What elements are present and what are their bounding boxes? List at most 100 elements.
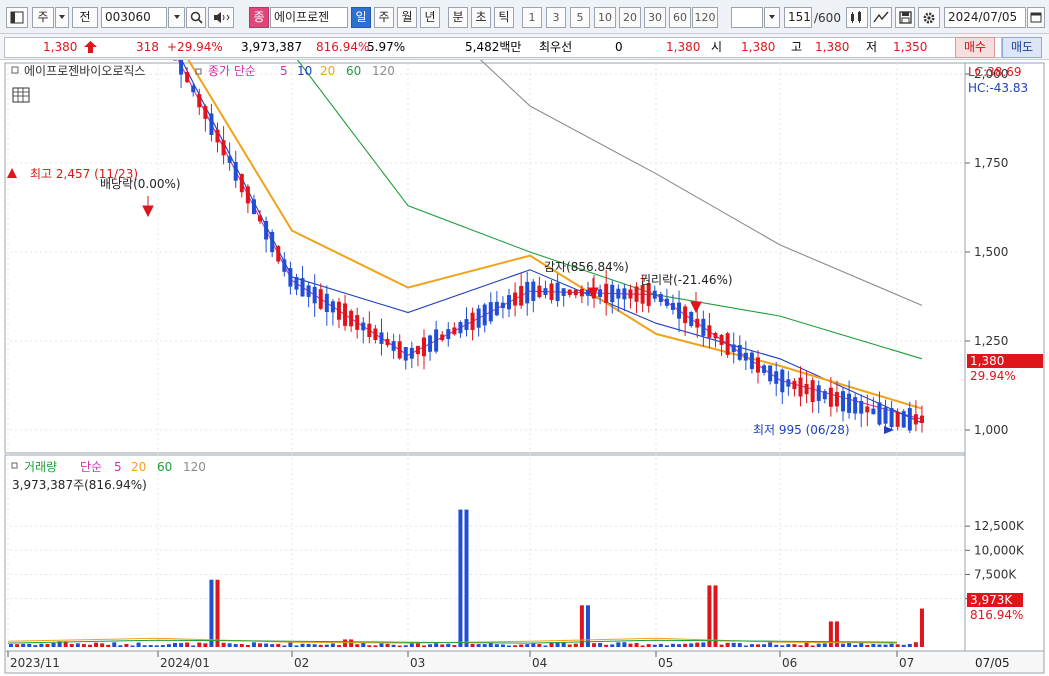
candle-body [749, 352, 754, 370]
interval-120[interactable]: 120 [692, 7, 718, 28]
candle-body [470, 312, 475, 330]
period-tick[interactable]: 틱 [494, 7, 514, 28]
candle-body [276, 246, 281, 262]
gear-icon[interactable] [918, 7, 940, 28]
date-input[interactable]: 2024/07/05 [944, 7, 1026, 28]
table-icon[interactable] [12, 87, 30, 103]
volume-bar [919, 608, 924, 647]
volume-bar [804, 642, 809, 647]
candle-body [336, 301, 341, 320]
stock-type-badge: 종 [249, 7, 269, 28]
volume-bar [622, 642, 627, 647]
period-second[interactable]: 초 [471, 7, 491, 28]
volume-bar [179, 643, 184, 647]
market-select[interactable]: 주 [32, 7, 54, 28]
volume-bar [379, 643, 384, 647]
trendline-icon[interactable] [870, 7, 892, 28]
volume-bar [889, 643, 894, 647]
period-minute[interactable]: 분 [448, 7, 468, 28]
interval-3[interactable]: 3 [546, 7, 566, 28]
interval-30[interactable]: 30 [644, 7, 666, 28]
save-icon[interactable] [895, 7, 915, 28]
candle-body [816, 385, 821, 401]
price-volume-chart[interactable]: 1,0001,2501,5001,7502,0002,2502,5002,750… [0, 0, 1049, 676]
buy-button[interactable]: 매수 [955, 37, 995, 58]
custom-interval-dropdown-icon[interactable] [764, 7, 780, 28]
candle-body [525, 281, 530, 304]
volume-bar [476, 644, 481, 647]
period-month[interactable]: 월 [397, 7, 417, 28]
volume-bar [264, 643, 269, 647]
volume-bar [537, 644, 542, 647]
period-year[interactable]: 년 [420, 7, 440, 28]
sell-button[interactable]: 매도 [1002, 37, 1042, 58]
volume-bar [39, 643, 44, 647]
candle-body [531, 281, 536, 301]
code-dropdown-icon[interactable] [168, 7, 185, 28]
volume-bar [87, 644, 92, 647]
calendar-icon[interactable] [1027, 7, 1045, 28]
candle-body [355, 315, 360, 330]
x-tick-label: 05 [658, 656, 673, 670]
price-pct-tag: 29.94% [970, 369, 1016, 383]
layout-icon[interactable] [6, 7, 28, 28]
interval-20[interactable]: 20 [619, 7, 641, 28]
prev-button[interactable]: 전 [72, 7, 98, 28]
candle-body [251, 199, 256, 215]
interval-60[interactable]: 60 [669, 7, 691, 28]
sound-icon[interactable] [208, 7, 234, 28]
candle-body [458, 322, 463, 334]
price-tick-label: 1,500 [974, 245, 1008, 259]
reduction-annotation: 감자(856.84%) [544, 260, 629, 274]
volume-bar [197, 642, 202, 647]
volume-bar [913, 642, 918, 647]
volume-bar [519, 644, 524, 647]
search-icon[interactable] [186, 7, 206, 28]
volume-bar [385, 643, 390, 647]
candle-body [330, 301, 335, 313]
x-tick-label: 03 [410, 656, 425, 670]
candle-body [173, 46, 178, 61]
volume-bar [877, 644, 882, 647]
volume-bar [282, 645, 287, 647]
volume-bar [598, 642, 603, 647]
candle-body [209, 113, 214, 135]
volume-bar [373, 645, 378, 647]
chart-area[interactable]: 1,0001,2501,5001,7502,0002,2502,5002,750… [0, 0, 1049, 676]
open-label: 시 [711, 40, 723, 54]
candle-body [695, 318, 700, 328]
candle-body [616, 288, 621, 299]
volume-bar [458, 509, 463, 647]
volume-bar [203, 643, 208, 647]
custom-interval-input[interactable] [731, 7, 763, 28]
stock-name-field[interactable]: 에이프로젠 [270, 7, 348, 28]
candle-body [573, 289, 578, 296]
market-dropdown-icon[interactable] [55, 7, 69, 28]
price-value: 1,380 [43, 40, 78, 54]
lc-value: LC:38.69 [968, 65, 1021, 79]
volume-bar [762, 644, 767, 647]
candle-body [537, 285, 542, 298]
dividend-annotation: 배당락(0.00%) [100, 177, 181, 191]
candle-body [421, 337, 426, 357]
bar-count-input[interactable]: 151 [784, 7, 812, 28]
volume-bar [251, 642, 256, 647]
period-day[interactable]: 일 [351, 7, 371, 28]
volume-bar [513, 645, 518, 647]
stock-code-input[interactable]: 003060 [101, 7, 167, 28]
interval-5[interactable]: 5 [570, 7, 590, 28]
candle-body [403, 347, 408, 361]
interval-10[interactable]: 10 [594, 7, 616, 28]
crosshair-icon[interactable] [846, 7, 868, 28]
candle-body [658, 294, 663, 303]
candle-body [810, 380, 815, 403]
volume-bar [798, 645, 803, 647]
volume-bar [634, 643, 639, 647]
interval-1[interactable]: 1 [522, 7, 542, 28]
candle-body [227, 156, 232, 163]
volume-bar [391, 644, 396, 647]
volume-bar [640, 645, 645, 647]
period-week[interactable]: 주 [374, 7, 394, 28]
candle-body [549, 283, 554, 300]
candle-body [428, 335, 433, 352]
